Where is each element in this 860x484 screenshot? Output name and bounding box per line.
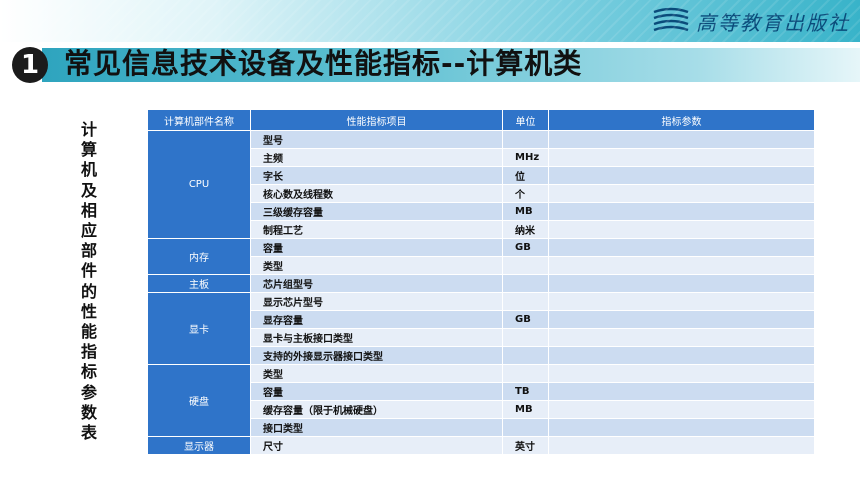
item-cell: 尺寸 — [250, 436, 503, 455]
unit-cell — [502, 418, 549, 437]
item-cell: 芯片组型号 — [250, 274, 503, 293]
unit-cell: GB — [502, 238, 549, 257]
item-cell: 核心数及线程数 — [250, 184, 503, 203]
unit-cell: TB — [502, 382, 549, 401]
item-cell: 支持的外接显示器接口类型 — [250, 346, 503, 365]
unit-cell: MB — [502, 400, 549, 419]
item-cell: 接口类型 — [250, 418, 503, 437]
unit-cell — [502, 364, 549, 383]
unit-cell — [502, 292, 549, 311]
value-cell — [548, 292, 815, 311]
item-cell: 缓存容量（限于机械硬盘） — [250, 400, 503, 419]
value-cell — [548, 166, 815, 185]
value-cell — [548, 220, 815, 239]
value-cell — [548, 346, 815, 365]
component-name-cell: CPU — [147, 130, 251, 239]
value-cell — [548, 202, 815, 221]
title-row: 1 常见信息技术设备及性能指标--计算机类 — [0, 44, 860, 94]
item-cell: 显示芯片型号 — [250, 292, 503, 311]
col-header-component: 计算机部件名称 — [147, 109, 251, 131]
unit-cell: 英寸 — [502, 436, 549, 455]
item-cell: 制程工艺 — [250, 220, 503, 239]
table-row: 硬盘 类型 — [147, 364, 815, 437]
unit-cell — [502, 274, 549, 293]
value-cell — [548, 310, 815, 329]
unit-cell — [502, 130, 549, 149]
unit-cell: 个 — [502, 184, 549, 203]
value-cell — [548, 184, 815, 203]
unit-cell: GB — [502, 310, 549, 329]
unit-cell: MHz — [502, 148, 549, 167]
book-stack-icon — [653, 7, 689, 32]
spec-table: 计算机部件名称 性能指标项目 单位 指标参数 CPU 型号 主频 MHz 字长位核心数及… — [147, 109, 815, 455]
value-cell — [548, 148, 815, 167]
unit-cell: 纳米 — [502, 220, 549, 239]
item-cell: 型号 — [250, 130, 503, 149]
item-cell: 容量 — [250, 238, 503, 257]
item-cell: 三级缓存容量 — [250, 202, 503, 221]
unit-cell — [502, 256, 549, 275]
section-number-badge: 1 — [12, 47, 48, 83]
col-header-item: 性能指标项目 — [250, 109, 503, 131]
publisher-name: 高等教育出版社 — [696, 10, 850, 35]
unit-cell: MB — [502, 202, 549, 221]
publisher-logo: 高等教育出版社 — [652, 4, 850, 38]
item-cell: 显存容量 — [250, 310, 503, 329]
value-cell — [548, 436, 815, 455]
top-banner: 高等教育出版社 — [0, 0, 860, 42]
unit-cell: 位 — [502, 166, 549, 185]
item-cell: 主频 — [250, 148, 503, 167]
value-cell — [548, 400, 815, 419]
component-name-cell: 显卡 — [147, 292, 251, 365]
table-row: 显卡 显示芯片型号 — [147, 292, 815, 365]
component-name-cell: 硬盘 — [147, 364, 251, 437]
table-row: 主板 芯片组型号 — [147, 274, 815, 293]
item-cell: 显卡与主板接口类型 — [250, 328, 503, 347]
component-name-cell: 内存 — [147, 238, 251, 275]
item-cell: 容量 — [250, 382, 503, 401]
value-cell — [548, 256, 815, 275]
table-row: CPU 型号 — [147, 130, 815, 239]
value-cell — [548, 130, 815, 149]
item-cell: 类型 — [250, 256, 503, 275]
col-header-unit: 单位 — [502, 109, 549, 131]
unit-cell — [502, 328, 549, 347]
value-cell — [548, 238, 815, 257]
unit-cell — [502, 346, 549, 365]
col-header-value: 指标参数 — [548, 109, 815, 131]
component-name-cell: 主板 — [147, 274, 251, 293]
component-name-cell: 显示器 — [147, 436, 251, 455]
value-cell — [548, 418, 815, 437]
value-cell — [548, 274, 815, 293]
side-vertical-label: 计算机及相应部件的性能指标参数表 — [80, 120, 97, 443]
table-header-row: 计算机部件名称 性能指标项目 单位 指标参数 — [147, 109, 815, 131]
value-cell — [548, 364, 815, 383]
item-cell: 字长 — [250, 166, 503, 185]
value-cell — [548, 382, 815, 401]
page-title: 常见信息技术设备及性能指标--计算机类 — [64, 47, 583, 80]
table-row: 内存 容量 GB — [147, 238, 815, 275]
value-cell — [548, 328, 815, 347]
item-cell: 类型 — [250, 364, 503, 383]
table-body: CPU 型号 主频 MHz 字长位核心数及线程数个三级缓存容量 MB 制程工艺 纳米 内存 容量 G… — [147, 130, 815, 455]
table-row: 显示器 尺寸 英寸 — [147, 436, 815, 455]
